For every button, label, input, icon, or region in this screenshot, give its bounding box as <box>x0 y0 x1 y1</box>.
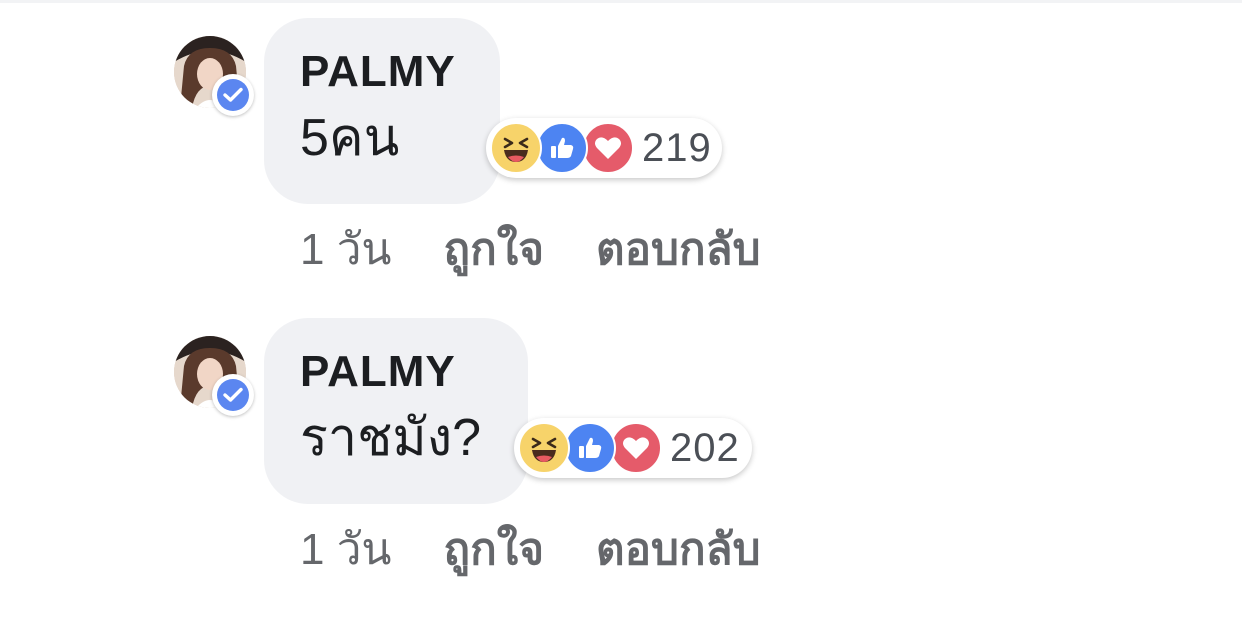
verified-badge-icon <box>212 374 254 416</box>
love-icon <box>610 422 662 474</box>
comment-actions: 1 วัน ถูกใจ ตอบกลับ <box>300 214 761 284</box>
comment-2: PALMY ราชมัง? 202 1 วัน ถูกใจ ตอบกลับ <box>0 300 1242 600</box>
reply-button[interactable]: ตอบกลับ <box>596 214 760 284</box>
haha-icon <box>518 422 570 474</box>
like-icon <box>536 122 588 174</box>
comment-text: 5คน <box>300 109 400 167</box>
avatar-wrap[interactable] <box>174 336 254 416</box>
avatar-wrap[interactable] <box>174 36 254 116</box>
comment-text: ราชมัง? <box>300 409 482 467</box>
like-button[interactable]: ถูกใจ <box>443 214 544 284</box>
comment-1: PALMY 5คน 219 1 วัน ถูกใจ ตอบกลับ <box>0 0 1242 300</box>
like-button[interactable]: ถูกใจ <box>443 514 544 584</box>
comment-bubble[interactable]: PALMY 5คน <box>264 18 500 204</box>
comment-actions: 1 วัน ถูกใจ ตอบกลับ <box>300 514 761 584</box>
reactions-summary[interactable]: 202 <box>514 418 752 478</box>
reactions-summary[interactable]: 219 <box>486 118 722 178</box>
comment-timestamp[interactable]: 1 วัน <box>300 214 391 284</box>
comment-timestamp[interactable]: 1 วัน <box>300 514 391 584</box>
haha-icon <box>490 122 542 174</box>
reaction-count: 202 <box>670 425 740 470</box>
comment-bubble[interactable]: PALMY ราชมัง? <box>264 318 528 504</box>
comment-author[interactable]: PALMY <box>300 44 462 100</box>
love-icon <box>582 122 634 174</box>
like-icon <box>564 422 616 474</box>
reply-button[interactable]: ตอบกลับ <box>596 514 760 584</box>
verified-badge-icon <box>212 74 254 116</box>
reaction-count: 219 <box>642 125 712 170</box>
comment-author[interactable]: PALMY <box>300 344 490 400</box>
